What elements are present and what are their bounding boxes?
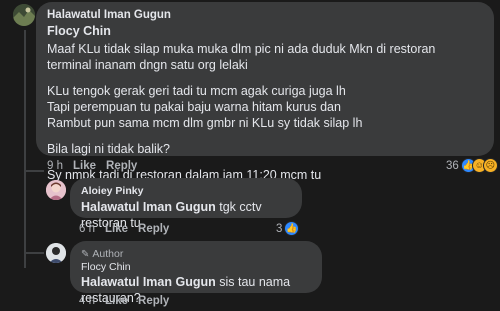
comment-paragraph: Tapi perempuan tu pakai baju warna hitam…: [47, 100, 341, 114]
thread-line-branch-2: [24, 252, 44, 254]
comment-bubble: Aloiey Pinky Halawatul Iman Gugun tgk cc…: [70, 178, 302, 230]
sad-icon: ☹: [482, 158, 498, 173]
reply-button[interactable]: Reply: [106, 160, 137, 172]
like-icon: 👍: [284, 221, 300, 236]
comment-paragraph: KLu tengok gerak geri tadi tu mcm agak c…: [47, 84, 346, 98]
avatar-image: [13, 4, 35, 26]
reaction-count: 3: [276, 222, 283, 235]
thread-line-branch-1: [24, 170, 44, 172]
author-badge-label: Author: [92, 248, 124, 260]
like-button[interactable]: Like: [105, 223, 128, 235]
comment-time[interactable]: 9 h: [47, 160, 63, 172]
comment-author[interactable]: Flocy Chin: [81, 261, 311, 273]
reaction-summary[interactable]: 3 👍: [276, 221, 300, 236]
comment-bubble: ✎ Author Flocy Chin Halawatul Iman Gugun…: [70, 241, 322, 305]
avatar[interactable]: [46, 243, 66, 263]
mention-link[interactable]: Halawatul Iman Gugun: [81, 200, 216, 214]
comment-paragraph: Maaf KLu tidak silap muka muka dlm pic n…: [47, 42, 436, 72]
comment-actions: 6 h Like Reply: [79, 223, 169, 235]
avatar[interactable]: [46, 180, 66, 200]
reaction-count: 36: [446, 159, 459, 172]
reply-button[interactable]: Reply: [138, 295, 169, 307]
comment-author[interactable]: Halawatul Iman Gugun: [47, 9, 483, 21]
mention-link[interactable]: Flocy Chin: [47, 23, 483, 39]
comment-body: Flocy Chin Maaf KLu tidak silap muka muk…: [47, 23, 483, 183]
comment-author[interactable]: Aloiey Pinky: [81, 185, 291, 197]
comment-bubble: Halawatul Iman Gugun Flocy Chin Maaf KLu…: [36, 2, 494, 182]
author-badge: ✎ Author: [81, 248, 311, 260]
like-button[interactable]: Like: [105, 295, 128, 307]
pencil-icon: ✎: [81, 248, 90, 260]
reaction-summary[interactable]: 36 👍 ☺ ☹: [446, 158, 498, 173]
comment-actions: 4 h Like Reply: [79, 295, 169, 307]
comment-paragraph: Bila lagi ni tidak balik?: [47, 142, 170, 156]
comment-paragraph: Rambut pun sama mcm dlm gmbr ni KLu sy t…: [47, 116, 363, 130]
avatar-image: [46, 180, 66, 200]
like-button[interactable]: Like: [73, 160, 96, 172]
comment-time[interactable]: 4 h: [79, 295, 95, 307]
thread-line-main: [24, 30, 26, 268]
avatar-image: [46, 243, 66, 263]
reply-button[interactable]: Reply: [138, 223, 169, 235]
comment-actions: 9 h Like Reply: [47, 160, 137, 172]
mention-link[interactable]: Halawatul Iman Gugun: [81, 275, 216, 289]
comment-time[interactable]: 6 h: [79, 223, 95, 235]
avatar[interactable]: [13, 4, 35, 26]
